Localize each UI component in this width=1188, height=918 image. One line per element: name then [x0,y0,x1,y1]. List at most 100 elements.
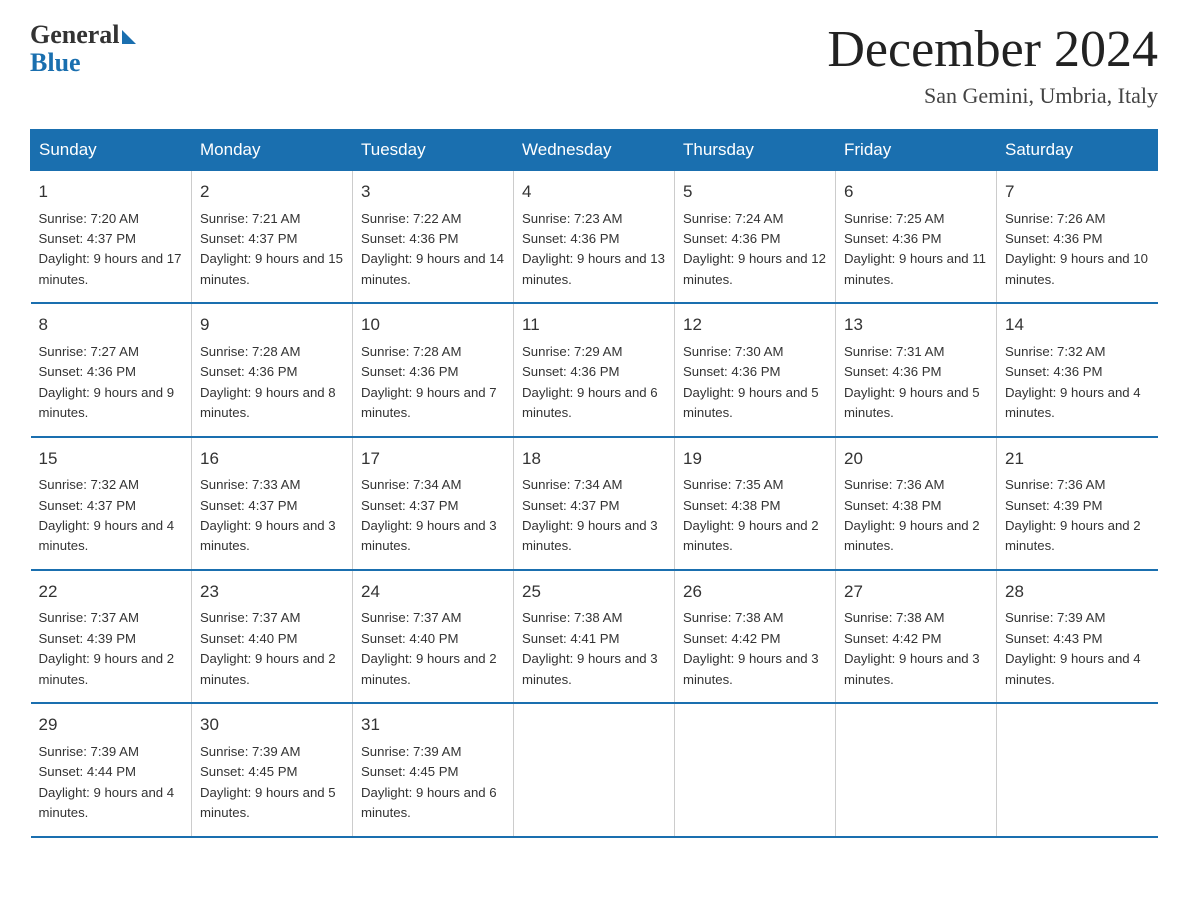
day-info: Sunrise: 7:21 AMSunset: 4:37 PMDaylight:… [200,209,344,291]
calendar-week-row: 29Sunrise: 7:39 AMSunset: 4:44 PMDayligh… [31,703,1158,836]
day-number: 13 [844,312,988,338]
calendar-cell: 15 Sunrise: 7:32 AMSunset: 4:37 PMDayligh… [31,437,192,570]
calendar-cell [836,703,997,836]
weekday-header-thursday: Thursday [675,130,836,171]
day-number: 17 [361,446,505,472]
day-number: 25 [522,579,666,605]
calendar-week-row: 1Sunrise: 7:20 AMSunset: 4:37 PMDaylight… [31,171,1158,304]
day-number: 4 [522,179,666,205]
title-block: December 2024 San Gemini, Umbria, Italy [827,20,1158,109]
day-number: 15 [39,446,184,472]
day-number: 24 [361,579,505,605]
calendar-cell: 22 Sunrise: 7:37 AMSunset: 4:39 PMDayligh… [31,570,192,703]
calendar-cell: 4 Sunrise: 7:23 AMSunset: 4:36 PMDaylight… [514,171,675,304]
day-info: Sunrise: 7:37 AMSunset: 4:40 PMDaylight:… [361,608,505,690]
day-number: 5 [683,179,827,205]
weekday-header-tuesday: Tuesday [353,130,514,171]
calendar-cell [514,703,675,836]
calendar-cell: 20 Sunrise: 7:36 AMSunset: 4:38 PMDayligh… [836,437,997,570]
calendar-cell: 3Sunrise: 7:22 AMSunset: 4:36 PMDaylight… [353,171,514,304]
day-info: Sunrise: 7:36 AMSunset: 4:38 PMDaylight:… [844,475,988,557]
logo-arrow-icon [122,30,136,44]
calendar-cell: 2Sunrise: 7:21 AMSunset: 4:37 PMDaylight… [192,171,353,304]
calendar-cell: 12 Sunrise: 7:30 AMSunset: 4:36 PMDayligh… [675,303,836,436]
weekday-header-wednesday: Wednesday [514,130,675,171]
calendar-cell: 21Sunrise: 7:36 AMSunset: 4:39 PMDayligh… [997,437,1158,570]
calendar-cell: 6 Sunrise: 7:25 AMSunset: 4:36 PMDaylight… [836,171,997,304]
calendar-cell: 17 Sunrise: 7:34 AMSunset: 4:37 PMDayligh… [353,437,514,570]
calendar-cell: 27 Sunrise: 7:38 AMSunset: 4:42 PMDayligh… [836,570,997,703]
day-number: 31 [361,712,505,738]
calendar-week-row: 22 Sunrise: 7:37 AMSunset: 4:39 PMDayligh… [31,570,1158,703]
logo: General Blue [30,20,136,78]
day-number: 11 [522,312,666,338]
day-number: 21 [1005,446,1150,472]
calendar-cell: 16Sunrise: 7:33 AMSunset: 4:37 PMDayligh… [192,437,353,570]
calendar-cell: 11 Sunrise: 7:29 AMSunset: 4:36 PMDayligh… [514,303,675,436]
day-info: Sunrise: 7:27 AMSunset: 4:36 PMDaylight:… [39,342,184,424]
day-info: Sunrise: 7:34 AMSunset: 4:37 PMDaylight:… [361,475,505,557]
logo-blue-text: Blue [30,48,81,78]
calendar-cell: 23Sunrise: 7:37 AMSunset: 4:40 PMDayligh… [192,570,353,703]
day-number: 30 [200,712,344,738]
weekday-header-row: SundayMondayTuesdayWednesdayThursdayFrid… [31,130,1158,171]
day-info: Sunrise: 7:34 AMSunset: 4:37 PMDaylight:… [522,475,666,557]
weekday-header-saturday: Saturday [997,130,1158,171]
calendar-cell [997,703,1158,836]
calendar-week-row: 15 Sunrise: 7:32 AMSunset: 4:37 PMDayligh… [31,437,1158,570]
day-info: Sunrise: 7:39 AMSunset: 4:45 PMDaylight:… [200,742,344,824]
calendar-cell: 29Sunrise: 7:39 AMSunset: 4:44 PMDayligh… [31,703,192,836]
calendar-cell: 25Sunrise: 7:38 AMSunset: 4:41 PMDayligh… [514,570,675,703]
day-info: Sunrise: 7:38 AMSunset: 4:42 PMDaylight:… [683,608,827,690]
calendar-cell: 13 Sunrise: 7:31 AMSunset: 4:36 PMDayligh… [836,303,997,436]
day-info: Sunrise: 7:29 AMSunset: 4:36 PMDaylight:… [522,342,666,424]
day-number: 14 [1005,312,1150,338]
day-info: Sunrise: 7:39 AMSunset: 4:44 PMDaylight:… [39,742,184,824]
day-number: 9 [200,312,344,338]
day-info: Sunrise: 7:39 AMSunset: 4:45 PMDaylight:… [361,742,505,824]
day-number: 23 [200,579,344,605]
day-info: Sunrise: 7:32 AMSunset: 4:37 PMDaylight:… [39,475,184,557]
calendar-cell: 28Sunrise: 7:39 AMSunset: 4:43 PMDayligh… [997,570,1158,703]
day-info: Sunrise: 7:38 AMSunset: 4:42 PMDaylight:… [844,608,988,690]
day-info: Sunrise: 7:35 AMSunset: 4:38 PMDaylight:… [683,475,827,557]
day-info: Sunrise: 7:37 AMSunset: 4:39 PMDaylight:… [39,608,184,690]
day-number: 8 [39,312,184,338]
day-number: 27 [844,579,988,605]
calendar-cell: 30 Sunrise: 7:39 AMSunset: 4:45 PMDayligh… [192,703,353,836]
logo-general-text: General [30,20,120,50]
day-info: Sunrise: 7:30 AMSunset: 4:36 PMDaylight:… [683,342,827,424]
day-number: 22 [39,579,184,605]
calendar-cell: 19Sunrise: 7:35 AMSunset: 4:38 PMDayligh… [675,437,836,570]
calendar-cell: 18 Sunrise: 7:34 AMSunset: 4:37 PMDayligh… [514,437,675,570]
day-number: 10 [361,312,505,338]
calendar-cell: 10Sunrise: 7:28 AMSunset: 4:36 PMDayligh… [353,303,514,436]
calendar-cell: 31 Sunrise: 7:39 AMSunset: 4:45 PMDayligh… [353,703,514,836]
day-info: Sunrise: 7:31 AMSunset: 4:36 PMDaylight:… [844,342,988,424]
day-number: 26 [683,579,827,605]
day-number: 1 [39,179,184,205]
calendar-week-row: 8 Sunrise: 7:27 AMSunset: 4:36 PMDaylight… [31,303,1158,436]
location-text: San Gemini, Umbria, Italy [827,83,1158,109]
calendar-cell: 1Sunrise: 7:20 AMSunset: 4:37 PMDaylight… [31,171,192,304]
day-number: 18 [522,446,666,472]
day-info: Sunrise: 7:39 AMSunset: 4:43 PMDaylight:… [1005,608,1150,690]
weekday-header-friday: Friday [836,130,997,171]
day-info: Sunrise: 7:33 AMSunset: 4:37 PMDaylight:… [200,475,344,557]
day-info: Sunrise: 7:25 AMSunset: 4:36 PMDaylight:… [844,209,988,291]
day-info: Sunrise: 7:23 AMSunset: 4:36 PMDaylight:… [522,209,666,291]
day-number: 6 [844,179,988,205]
day-number: 12 [683,312,827,338]
day-number: 7 [1005,179,1150,205]
calendar-cell: 26 Sunrise: 7:38 AMSunset: 4:42 PMDayligh… [675,570,836,703]
day-info: Sunrise: 7:24 AMSunset: 4:36 PMDaylight:… [683,209,827,291]
calendar-cell: 9 Sunrise: 7:28 AMSunset: 4:36 PMDaylight… [192,303,353,436]
day-number: 20 [844,446,988,472]
day-info: Sunrise: 7:26 AMSunset: 4:36 PMDaylight:… [1005,209,1150,291]
day-info: Sunrise: 7:28 AMSunset: 4:36 PMDaylight:… [200,342,344,424]
day-info: Sunrise: 7:22 AMSunset: 4:36 PMDaylight:… [361,209,505,291]
month-title: December 2024 [827,20,1158,79]
page-header: General Blue December 2024 San Gemini, U… [30,20,1158,109]
weekday-header-sunday: Sunday [31,130,192,171]
day-info: Sunrise: 7:32 AMSunset: 4:36 PMDaylight:… [1005,342,1150,424]
